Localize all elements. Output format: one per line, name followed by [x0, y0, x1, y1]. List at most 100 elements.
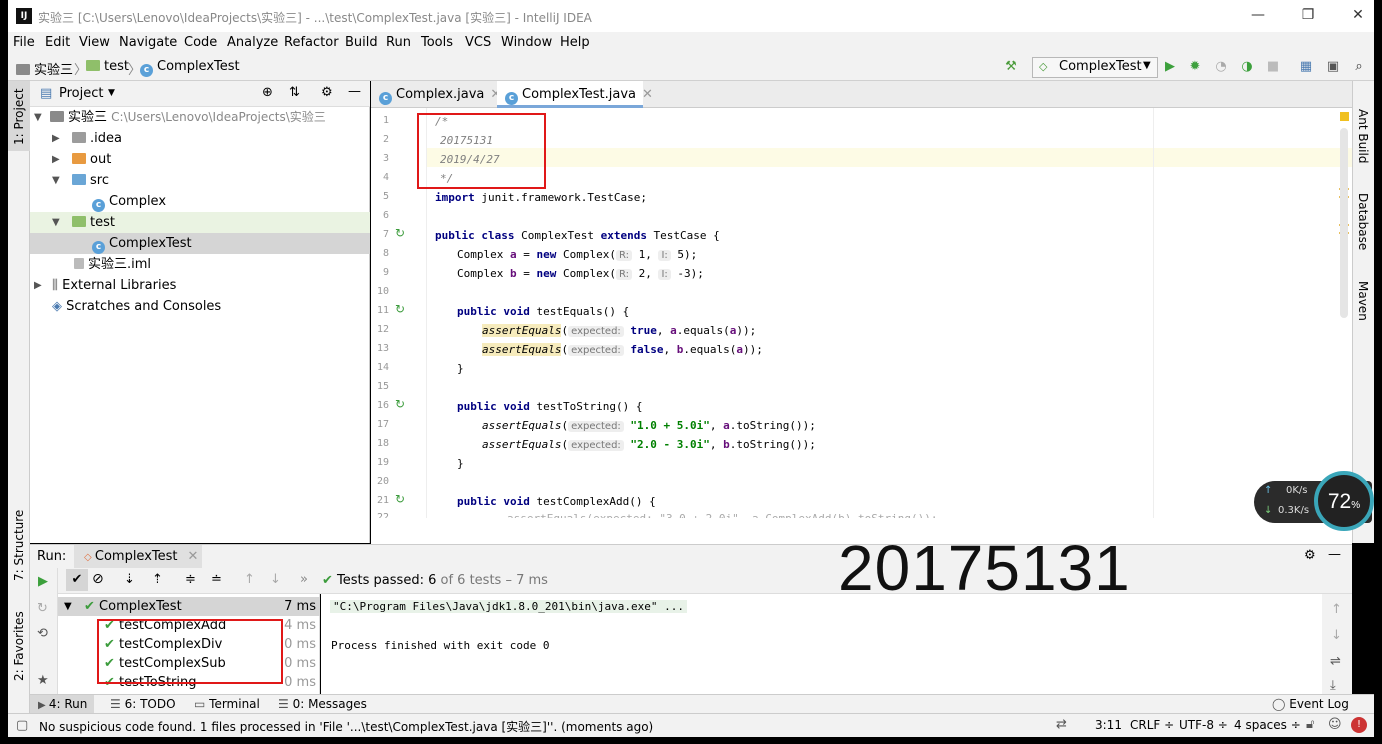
tab-structure[interactable]: 7: Structure [12, 510, 26, 581]
close-icon[interactable]: ✕ [1348, 6, 1368, 24]
collapse-all-icon[interactable]: ≐ [211, 572, 222, 587]
expand-arrow-icon[interactable]: ▼ [64, 597, 72, 616]
file-encoding[interactable]: UTF-8 ÷ [1179, 718, 1228, 732]
tab-complextest-java[interactable]: c ComplexTest.java ✕ [497, 81, 653, 108]
menu-run[interactable]: Run [386, 35, 411, 50]
more-icon[interactable]: » [300, 572, 308, 587]
toggle-auto-test-icon[interactable]: ⟲ [37, 626, 48, 641]
build-hammer-icon[interactable]: ⚒ [1003, 59, 1019, 75]
search-icon[interactable]: ⌕ [1351, 59, 1367, 75]
caret-position[interactable]: 3:11 [1095, 718, 1122, 732]
run-test-gutter-icon[interactable]: ↻ [395, 492, 405, 506]
rerun-failed-icon[interactable]: ↻ [37, 601, 48, 616]
menu-code[interactable]: Code [184, 35, 217, 50]
tab-database[interactable]: Database [1356, 193, 1370, 250]
expand-arrow-icon[interactable]: ▼ [34, 107, 42, 128]
close-tab-icon[interactable]: ✕ [642, 87, 653, 102]
minimize-icon[interactable]: — [1248, 6, 1268, 24]
expand-arrow-icon[interactable]: ▼ [52, 170, 60, 191]
tree-root[interactable]: ▼ 实验三 C:\Users\Lenovo\IdeaProjects\实验三 [30, 107, 370, 128]
tree-item-idea[interactable]: ▶ .idea [30, 128, 370, 149]
menu-view[interactable]: View [79, 35, 110, 50]
tree-item-out[interactable]: ▶ out [30, 149, 370, 170]
prev-failed-icon[interactable]: ↑ [244, 572, 255, 587]
tab-maven[interactable]: Maven [1356, 281, 1370, 321]
tree-item-libraries[interactable]: ▶ ⫼ External Libraries [30, 275, 370, 296]
breadcrumb-project[interactable]: 实验三 [16, 59, 73, 78]
menu-analyze[interactable]: Analyze [227, 35, 278, 50]
toolwin-event-log[interactable]: ◯ Event Log [1272, 697, 1349, 711]
tree-item-test[interactable]: ▼ test [30, 212, 370, 233]
tab-complex-java[interactable]: c Complex.java ✕ [371, 81, 501, 108]
expand-arrow-icon[interactable]: ▶ [52, 128, 60, 149]
line-separator[interactable]: CRLF ÷ [1130, 718, 1174, 732]
tab-favorites[interactable]: 2: Favorites [12, 611, 26, 681]
up-icon[interactable]: ↑ [1331, 602, 1342, 617]
menu-tools[interactable]: Tools [421, 35, 453, 50]
soft-wrap-icon[interactable]: ⇌ [1330, 654, 1341, 669]
tree-item-complex[interactable]: c Complex [30, 191, 370, 212]
show-passed-icon[interactable]: ✔ [66, 569, 88, 591]
menu-build[interactable]: Build [345, 35, 378, 50]
menu-navigate[interactable]: Navigate [119, 35, 177, 50]
indent-setting[interactable]: 4 spaces ÷ [1234, 718, 1301, 732]
coverage-icon[interactable]: ◔ [1213, 59, 1229, 75]
breadcrumb-class[interactable]: c ComplexTest [140, 59, 240, 77]
status-toggle-icon[interactable]: ▢ [16, 718, 28, 733]
show-ignored-icon[interactable]: ⊘ [92, 571, 104, 587]
menu-file[interactable]: File [13, 35, 35, 50]
expand-arrow-icon[interactable]: ▶ [34, 275, 42, 296]
memory-gauge[interactable]: 72% [1314, 471, 1374, 531]
menu-window[interactable]: Window [501, 35, 552, 50]
inspector-icon[interactable]: ☺ [1328, 717, 1342, 732]
gear-icon[interactable]: ⚙ [1304, 548, 1316, 563]
debug-icon[interactable]: ✹ [1187, 59, 1203, 75]
stop-icon[interactable]: ■ [1265, 59, 1281, 75]
tab-ant-build[interactable]: Ant Build [1356, 109, 1370, 163]
breadcrumb-test[interactable]: test [86, 59, 129, 74]
scroll-end-icon[interactable]: ⤓ [1330, 678, 1336, 693]
tree-item-iml[interactable]: 实验三.iml [30, 254, 370, 275]
run-test-gutter-icon[interactable]: ↻ [395, 302, 405, 316]
toolwin-todo[interactable]: ☰ 6: TODO [110, 697, 176, 711]
profile-icon[interactable]: ◑ [1239, 59, 1255, 75]
run-test-gutter-icon[interactable]: ↻ [395, 226, 405, 240]
menu-help[interactable]: Help [560, 35, 590, 50]
editor-scrollbar[interactable] [1340, 128, 1348, 318]
tree-item-src[interactable]: ▼ src [30, 170, 370, 191]
tree-item-complextest[interactable]: c ComplexTest [30, 233, 370, 254]
expand-all-icon[interactable]: ≑ [185, 572, 196, 587]
code-editor[interactable]: /* 20175131 2019/4/27 */ import junit.fr… [427, 108, 1352, 518]
maximize-icon[interactable]: ❐ [1298, 6, 1318, 24]
tree-item-scratches[interactable]: ◈ Scratches and Consoles [30, 296, 370, 317]
sdk-icon[interactable]: ▣ [1325, 59, 1341, 75]
run-tab[interactable]: ◇ ComplexTest ✕ [74, 545, 202, 568]
lock-icon[interactable]: 🔓︎ [1306, 717, 1314, 732]
menu-refactor[interactable]: Refactor [284, 35, 339, 50]
hide-icon[interactable]: — [1328, 547, 1341, 562]
run-config-select[interactable]: ◇ ComplexTest ▼ [1032, 57, 1158, 78]
hide-icon[interactable]: — [348, 84, 361, 99]
expand-arrow-icon[interactable]: ▼ [52, 212, 60, 233]
toolwin-run[interactable]: ▶ 4: Run [30, 695, 94, 713]
toolwin-terminal[interactable]: ▭ Terminal [194, 697, 260, 711]
error-report-icon[interactable]: ! [1351, 717, 1367, 733]
menu-edit[interactable]: Edit [45, 35, 70, 50]
vcs-icon[interactable]: ⇄ [1056, 717, 1067, 732]
chevron-down-icon[interactable]: ▼ [108, 88, 115, 98]
favorites-star-icon[interactable]: ★ [37, 673, 49, 688]
close-tab-icon[interactable]: ✕ [188, 549, 199, 564]
toolwin-messages[interactable]: ☰ 0: Messages [278, 697, 367, 711]
collapse-all-icon[interactable]: ⇅ [289, 85, 300, 100]
run-icon[interactable]: ▶ [1162, 59, 1178, 75]
inspection-indicator-icon[interactable] [1340, 112, 1349, 121]
locate-icon[interactable]: ⊕ [262, 85, 273, 100]
rerun-icon[interactable]: ▶ [38, 574, 48, 589]
console-output[interactable]: "C:\Program Files\Java\jdk1.8.0_201\bin\… [321, 594, 1322, 694]
tab-project[interactable]: 1: Project [12, 88, 26, 145]
sort-alpha-icon[interactable]: ⇣ [124, 572, 135, 587]
project-view-select[interactable]: Project [59, 86, 103, 101]
menu-vcs[interactable]: VCS [465, 35, 491, 50]
run-test-gutter-icon[interactable]: ↻ [395, 397, 405, 411]
down-icon[interactable]: ↓ [1331, 628, 1342, 643]
